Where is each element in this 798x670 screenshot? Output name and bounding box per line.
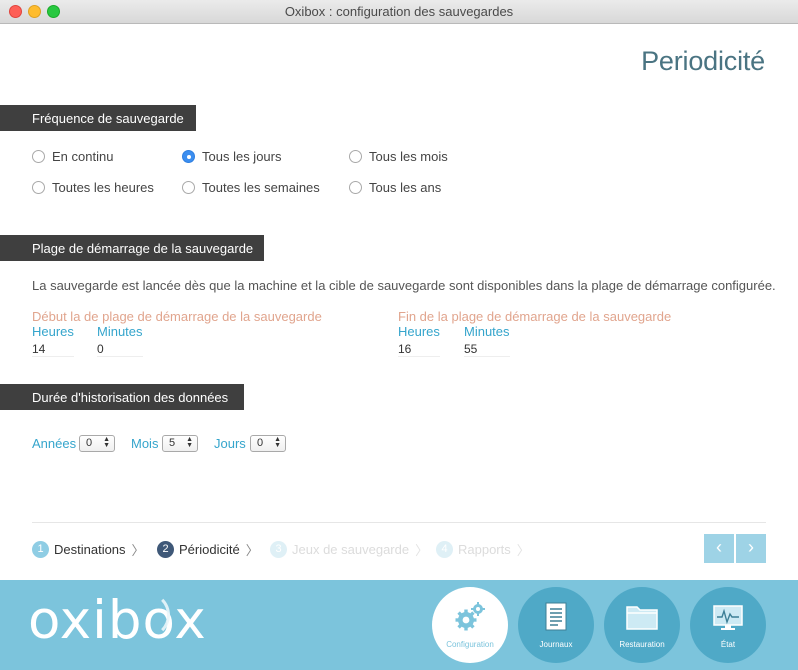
step-jeux-de-sauvegarde[interactable]: 3 Jeux de sauvegarde 〉 (270, 540, 428, 559)
retention-section-header: Durée d'historisation des données (0, 384, 244, 410)
radio-monthly[interactable]: Tous les mois (349, 149, 448, 164)
app-window: Oxibox : configuration des sauvegardes P… (0, 0, 798, 670)
divider (32, 522, 766, 523)
radio-hourly[interactable]: Toutes les heures (32, 180, 154, 195)
oxibox-logo: oxibox (28, 590, 207, 651)
radio-continuous[interactable]: En continu (32, 149, 113, 164)
stepper-arrows-icon[interactable]: ▲ ▼ (274, 436, 281, 449)
folder-icon (624, 600, 660, 639)
footer-button-restauration[interactable]: Restauration (604, 587, 680, 663)
start-hours-input[interactable]: 14 (32, 340, 74, 357)
footer-button-label: Configuration (446, 640, 494, 649)
gears-icon (452, 600, 488, 641)
footer-button-label: Journaux (539, 640, 573, 649)
window-title: Oxibox : configuration des sauvegardes (284, 4, 514, 19)
radio-button[interactable] (182, 181, 195, 194)
chevron-right-icon: 〉 (516, 543, 530, 558)
step-label: Jeux de sauvegarde (292, 542, 410, 557)
radio-label: Toutes les semaines (202, 180, 320, 195)
years-stepper[interactable]: 0 ▲ ▼ (79, 435, 115, 452)
radio-label: Toutes les heures (52, 180, 154, 195)
next-button[interactable]: › (736, 534, 766, 563)
step-label: Rapports (458, 542, 511, 557)
footer-button-label: État (720, 640, 736, 649)
end-hours-label: Heures (398, 324, 440, 339)
page-title: Periodicité (641, 46, 765, 76)
footer-button-etat[interactable]: État (690, 587, 766, 663)
start-range-section-header: Plage de démarrage de la sauvegarde (0, 235, 264, 261)
end-range-title: Fin de la plage de démarrage de la sauve… (398, 309, 672, 324)
radio-label: Tous les jours (202, 149, 282, 164)
step-destinations[interactable]: 1 Destinations 〉 (32, 540, 145, 559)
frequency-section-header: Fréquence de sauvegarde (0, 105, 196, 131)
monitor-icon (710, 600, 746, 639)
footer-button-configuration[interactable]: Configuration (432, 587, 508, 663)
previous-button[interactable]: ‹ (704, 534, 734, 563)
start-hours-label: Heures (32, 324, 74, 339)
days-label: Jours (214, 436, 246, 451)
chevron-right-icon: 〉 (131, 543, 145, 558)
start-minutes-label: Minutes (97, 324, 143, 339)
footer-button-label: Restauration (619, 640, 665, 649)
chevron-right-icon: › (748, 537, 754, 557)
footer-bar: oxibox Configuration Journaux Restaurati… (0, 580, 798, 670)
stepper-arrows-icon[interactable]: ▲ ▼ (103, 436, 110, 449)
radio-label: En continu (52, 149, 114, 164)
chevron-right-icon: 〉 (245, 543, 259, 558)
radio-label: Tous les mois (369, 149, 448, 164)
start-range-title: Début la de plage de démarrage de la sau… (32, 309, 322, 324)
days-stepper[interactable]: 0 ▲ ▼ (250, 435, 286, 452)
footer-button-journaux[interactable]: Journaux (518, 587, 594, 663)
days-value: 0 (257, 437, 264, 449)
radio-daily[interactable]: Tous les jours (182, 149, 281, 164)
step-number: 2 (157, 541, 174, 558)
years-label: Années (32, 436, 77, 451)
chevron-left-icon: ‹ (716, 537, 722, 557)
radio-button[interactable] (349, 181, 362, 194)
chevron-right-icon: 〉 (415, 543, 429, 558)
end-minutes-input[interactable]: 55 (464, 340, 510, 357)
radio-button-checked[interactable] (182, 150, 195, 163)
start-minutes-input[interactable]: 0 (97, 340, 143, 357)
months-stepper[interactable]: 5 ▲ ▼ (162, 435, 198, 452)
title-bar: Oxibox : configuration des sauvegardes (0, 0, 798, 24)
step-periodicite[interactable]: 2 Périodicité 〉 (157, 540, 259, 559)
step-number: 1 (32, 541, 49, 558)
start-range-description: La sauvegarde est lancée dès que la mach… (32, 278, 776, 293)
document-icon (541, 600, 571, 639)
end-minutes-label: Minutes (464, 324, 510, 339)
step-number: 4 (436, 541, 453, 558)
step-label: Périodicité (179, 542, 240, 557)
step-number: 3 (270, 541, 287, 558)
radio-button[interactable] (32, 181, 45, 194)
years-value: 0 (86, 437, 93, 449)
radio-label: Tous les ans (369, 180, 442, 195)
radio-yearly[interactable]: Tous les ans (349, 180, 441, 195)
months-value: 5 (169, 437, 176, 449)
stepper-arrows-icon[interactable]: ▲ ▼ (186, 436, 193, 449)
step-label: Destinations (54, 542, 126, 557)
end-hours-input[interactable]: 16 (398, 340, 440, 357)
radio-button[interactable] (32, 150, 45, 163)
months-label: Mois (131, 436, 159, 451)
radio-button[interactable] (349, 150, 362, 163)
step-rapports[interactable]: 4 Rapports 〉 (436, 540, 530, 559)
logo-arc-decoration (124, 592, 170, 638)
radio-weekly[interactable]: Toutes les semaines (182, 180, 320, 195)
